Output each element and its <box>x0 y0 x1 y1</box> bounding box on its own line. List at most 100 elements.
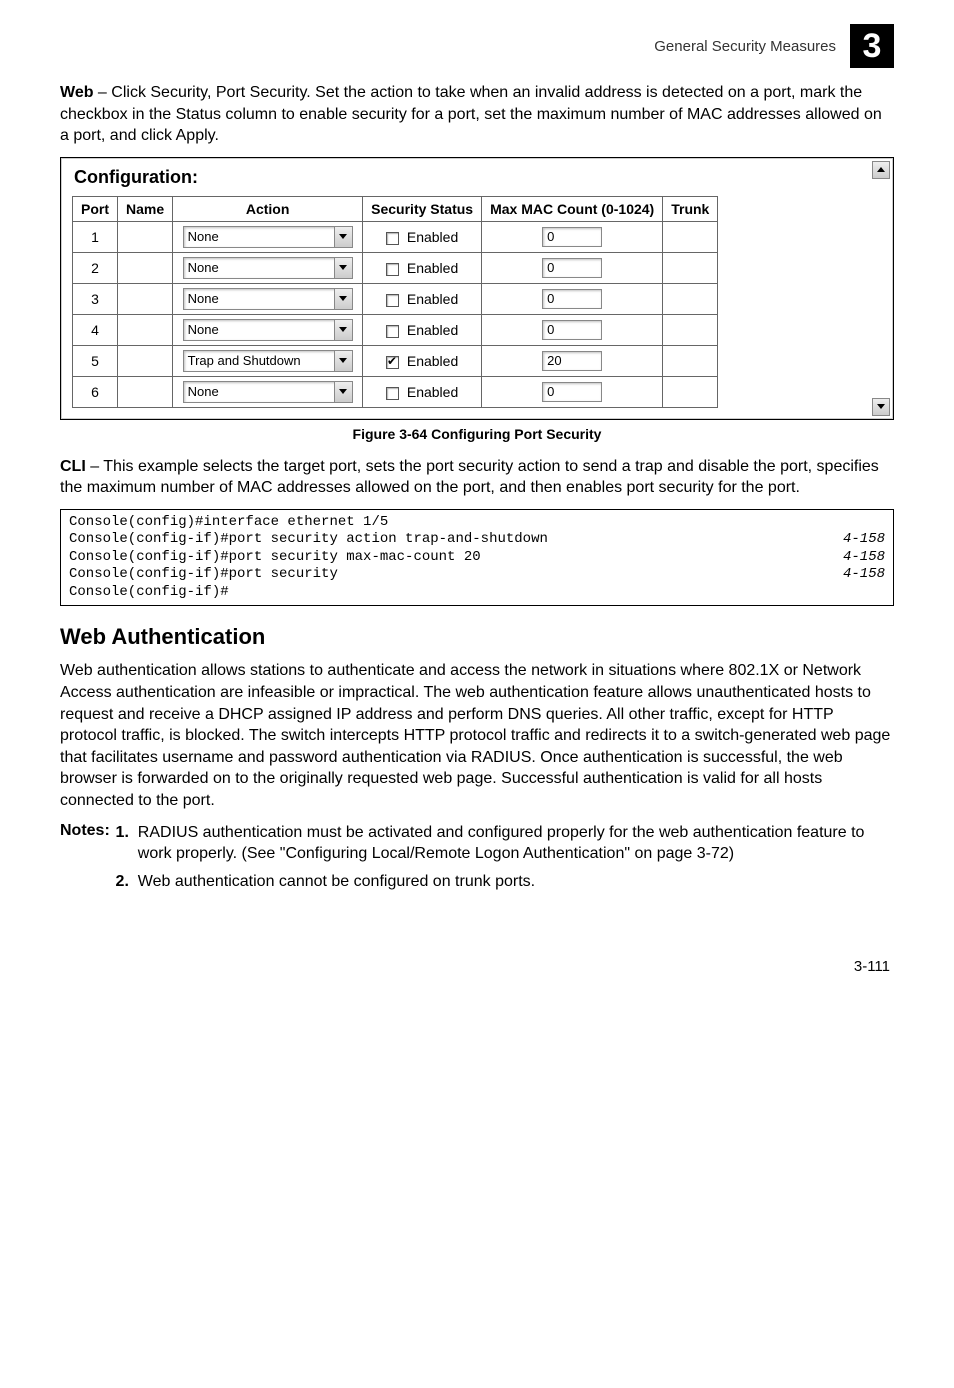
configuration-title: Configuration: <box>74 167 882 188</box>
cell-name <box>118 345 173 376</box>
code-line: Console(config-if)#port security4-158 <box>69 566 885 584</box>
enabled-checkbox[interactable] <box>386 325 399 338</box>
enabled-checkbox[interactable] <box>386 263 399 276</box>
enabled-label: Enabled <box>403 322 458 338</box>
notes-list: RADIUS authentication must be activated … <box>118 822 894 899</box>
code-page-ref: 4-158 <box>813 549 885 567</box>
action-select-value: Trap and Shutdown <box>184 353 334 368</box>
max-mac-input[interactable]: 20 <box>542 351 602 371</box>
cell-trunk <box>663 345 718 376</box>
code-line: Console(config-if)#port security action … <box>69 531 885 549</box>
triangle-up-icon <box>877 167 885 172</box>
cell-max-mac: 0 <box>482 221 663 252</box>
dropdown-button[interactable] <box>334 289 352 309</box>
figure-caption: Figure 3-64 Configuring Port Security <box>60 426 894 442</box>
cell-port: 5 <box>73 345 118 376</box>
cell-port: 4 <box>73 314 118 345</box>
code-command: Console(config-if)#port security <box>69 566 338 584</box>
note-item: Web authentication cannot be configured … <box>138 871 894 893</box>
max-mac-input[interactable]: 0 <box>542 382 602 402</box>
dropdown-button[interactable] <box>334 351 352 371</box>
chevron-down-icon <box>339 389 347 394</box>
action-select-value: None <box>184 291 334 306</box>
table-row: 1None Enabled0 <box>73 221 718 252</box>
action-select[interactable]: None <box>183 288 353 310</box>
cell-action: Trap and Shutdown <box>173 345 363 376</box>
max-mac-input[interactable]: 0 <box>542 320 602 340</box>
cell-max-mac: 20 <box>482 345 663 376</box>
action-select[interactable]: None <box>183 381 353 403</box>
max-mac-input[interactable]: 0 <box>542 258 602 278</box>
enabled-checkbox[interactable] <box>386 294 399 307</box>
code-command: Console(config)#interface ethernet 1/5 <box>69 514 388 532</box>
note-item: RADIUS authentication must be activated … <box>138 822 894 865</box>
cell-trunk <box>663 252 718 283</box>
enabled-checkbox[interactable] <box>386 387 399 400</box>
enabled-checkbox[interactable] <box>386 356 399 369</box>
scroll-up-button[interactable] <box>872 161 890 179</box>
table-row: 6None Enabled0 <box>73 376 718 407</box>
cli-intro-text: – This example selects the target port, … <box>60 458 879 497</box>
cli-prefix: CLI <box>60 458 86 475</box>
page-number: 3-111 <box>60 958 894 975</box>
cell-security-status: Enabled <box>363 376 482 407</box>
chevron-down-icon <box>339 358 347 363</box>
dropdown-button[interactable] <box>334 227 352 247</box>
cell-trunk <box>663 221 718 252</box>
dropdown-button[interactable] <box>334 382 352 402</box>
action-select-value: None <box>184 229 334 244</box>
code-page-ref: 4-158 <box>813 531 885 549</box>
cell-action: None <box>173 221 363 252</box>
action-select[interactable]: None <box>183 226 353 248</box>
code-line: Console(config-if)#port security max-mac… <box>69 549 885 567</box>
notes-block: Notes: RADIUS authentication must be act… <box>60 822 894 899</box>
action-select[interactable]: Trap and Shutdown <box>183 350 353 372</box>
enabled-checkbox[interactable] <box>386 232 399 245</box>
action-select-value: None <box>184 322 334 337</box>
table-row: 3 None Enabled 0 <box>73 283 718 314</box>
col-security-status: Security Status <box>363 196 482 221</box>
table-row: 2 None Enabled 0 <box>73 252 718 283</box>
action-select[interactable]: None <box>183 319 353 341</box>
enabled-label: Enabled <box>403 291 458 307</box>
notes-label: Notes: <box>60 822 110 899</box>
max-mac-input[interactable]: 0 <box>542 289 602 309</box>
chapter-number: 3 <box>863 27 882 66</box>
table-row: 5 Trap and Shutdown Enabled 20 <box>73 345 718 376</box>
chevron-down-icon <box>339 265 347 270</box>
chapter-badge: 3 <box>850 24 894 68</box>
cell-action: None <box>173 283 363 314</box>
cell-max-mac: 0 <box>482 283 663 314</box>
max-mac-input[interactable]: 0 <box>542 227 602 247</box>
configuration-table: Port Name Action Security Status Max MAC… <box>72 196 718 408</box>
cell-max-mac: 0 <box>482 314 663 345</box>
code-command: Console(config-if)#port security max-mac… <box>69 549 481 567</box>
cell-trunk <box>663 283 718 314</box>
col-trunk: Trunk <box>663 196 718 221</box>
web-auth-paragraph: Web authentication allows stations to au… <box>60 660 894 811</box>
enabled-label: Enabled <box>403 353 458 369</box>
code-line: Console(config)#interface ethernet 1/5 <box>69 514 885 532</box>
action-select-value: None <box>184 260 334 275</box>
web-auth-heading: Web Authentication <box>60 624 894 650</box>
chevron-down-icon <box>339 327 347 332</box>
cell-name <box>118 221 173 252</box>
cell-port: 3 <box>73 283 118 314</box>
cell-port: 2 <box>73 252 118 283</box>
cli-intro-paragraph: CLI – This example selects the target po… <box>60 456 894 499</box>
chevron-down-icon <box>339 234 347 239</box>
dropdown-button[interactable] <box>334 320 352 340</box>
cell-security-status: Enabled <box>363 221 482 252</box>
cell-action: None <box>173 252 363 283</box>
action-select-value: None <box>184 384 334 399</box>
dropdown-button[interactable] <box>334 258 352 278</box>
cell-security-status: Enabled <box>363 314 482 345</box>
cell-security-status: Enabled <box>363 252 482 283</box>
cell-security-status: Enabled <box>363 345 482 376</box>
col-max-mac: Max MAC Count (0-1024) <box>482 196 663 221</box>
cell-max-mac: 0 <box>482 376 663 407</box>
page-header: General Security Measures 3 <box>60 24 894 68</box>
action-select[interactable]: None <box>183 257 353 279</box>
cell-name <box>118 376 173 407</box>
scroll-down-button[interactable] <box>872 398 890 416</box>
